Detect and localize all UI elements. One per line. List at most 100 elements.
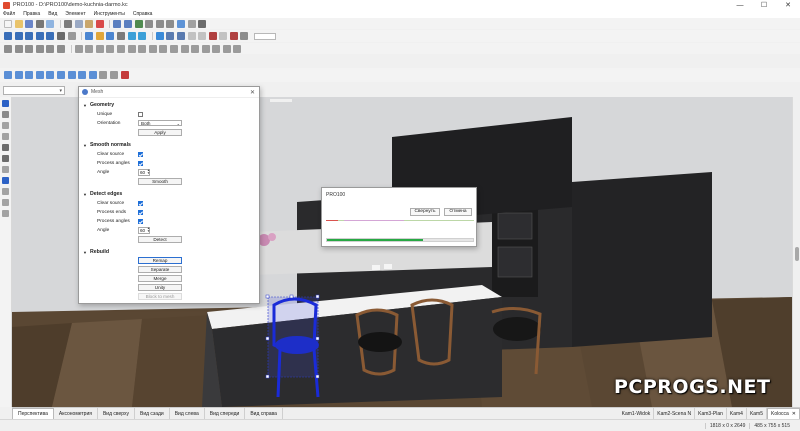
- open-folder-icon[interactable]: [14, 19, 23, 28]
- rotate-90-icon[interactable]: [169, 44, 178, 53]
- tab-top-view[interactable]: Вид сверху: [98, 408, 135, 419]
- stepper-arrows-icon[interactable]: ▲ ▼: [147, 226, 150, 234]
- new-file-icon[interactable]: [4, 19, 12, 28]
- rebuild-section-header[interactable]: ▼ Rebuild: [83, 249, 109, 255]
- align-middle-icon[interactable]: [46, 44, 55, 53]
- tab-camera-4[interactable]: Kam4: [727, 408, 747, 419]
- view-cube-icon[interactable]: [4, 32, 12, 40]
- camera-icon[interactable]: [109, 71, 118, 79]
- rotate-icon[interactable]: [166, 32, 175, 40]
- material-icon[interactable]: [95, 32, 104, 40]
- target-icon[interactable]: [229, 32, 238, 40]
- block-to-mesh-button[interactable]: Block to mesh: [138, 293, 182, 300]
- mesh-dialog-titlebar[interactable]: Mesh ✕: [79, 87, 259, 98]
- menu-file[interactable]: Файл: [3, 11, 15, 17]
- unity-button[interactable]: Unity: [138, 284, 182, 291]
- scale-icon[interactable]: [176, 32, 185, 40]
- zoom-all-icon[interactable]: [176, 19, 185, 28]
- view-right-icon[interactable]: [46, 32, 55, 40]
- mirror-icon[interactable]: [198, 32, 207, 40]
- same-depth-icon[interactable]: [116, 44, 125, 53]
- orbit-icon[interactable]: [2, 188, 9, 195]
- detach-icon[interactable]: [233, 44, 242, 53]
- edges-clear-source-checkbox[interactable]: [138, 201, 143, 206]
- chat-icon[interactable]: [88, 71, 97, 79]
- undo-icon[interactable]: [113, 19, 122, 28]
- group-icon[interactable]: [127, 44, 136, 53]
- measure-icon[interactable]: [240, 32, 249, 40]
- eyedropper-icon[interactable]: [2, 144, 9, 151]
- apply-button[interactable]: Apply: [138, 129, 182, 136]
- texture-icon[interactable]: [106, 32, 115, 40]
- menu-view[interactable]: Вид: [48, 11, 57, 17]
- bend-icon[interactable]: [67, 71, 76, 79]
- tab-camera-1[interactable]: Kam1-Widok: [619, 408, 655, 419]
- unique-checkbox[interactable]: [138, 112, 143, 117]
- zoom-window-icon[interactable]: [2, 210, 9, 217]
- select-all-icon[interactable]: [134, 19, 143, 28]
- rotate-tool-icon[interactable]: [2, 122, 9, 129]
- zoom-icon[interactable]: [145, 19, 154, 28]
- paint-icon[interactable]: [2, 155, 9, 162]
- move-arrows-icon[interactable]: [2, 111, 9, 118]
- tab-camera-3[interactable]: Kam3-Plan: [695, 408, 727, 419]
- paste-icon[interactable]: [85, 19, 94, 28]
- edges-angle-stepper[interactable]: 60 ▲ ▼: [138, 226, 150, 234]
- columns-icon[interactable]: [85, 32, 94, 40]
- align-right-icon[interactable]: [25, 44, 34, 53]
- tab-camera-5[interactable]: Kam5: [747, 408, 767, 419]
- pointer-grid-icon[interactable]: [4, 71, 12, 79]
- distribute-h-icon[interactable]: [74, 44, 83, 53]
- hand-icon[interactable]: [2, 166, 9, 173]
- remap-button[interactable]: Remap: [138, 257, 182, 264]
- orientation-select[interactable]: Both ⌄: [138, 120, 182, 126]
- pan-icon[interactable]: [2, 177, 9, 184]
- view-left-icon[interactable]: [35, 32, 44, 40]
- send-back-icon[interactable]: [212, 44, 221, 53]
- view-top-icon[interactable]: [14, 32, 23, 40]
- menu-help[interactable]: Справка: [133, 11, 153, 17]
- save-icon[interactable]: [25, 19, 34, 28]
- smooth-normals-section-header[interactable]: ▼ Smooth normals: [83, 142, 131, 148]
- bring-front-icon[interactable]: [201, 44, 210, 53]
- lock-icon[interactable]: [148, 44, 157, 53]
- wireframe-icon[interactable]: [56, 32, 65, 40]
- copy-icon[interactable]: [74, 19, 83, 28]
- select-pointer-icon[interactable]: [2, 100, 9, 107]
- menu-tools[interactable]: Инструменты: [94, 11, 125, 17]
- walk-icon[interactable]: [2, 199, 9, 206]
- scrollbar-thumb[interactable]: [795, 247, 799, 261]
- tab-front-view[interactable]: Вид спереди: [205, 408, 246, 419]
- tab-perspective[interactable]: Перспектива: [12, 408, 54, 419]
- cut-shape-icon[interactable]: [78, 71, 87, 79]
- vertical-scrollbar[interactable]: [792, 97, 800, 407]
- light-icon[interactable]: [99, 71, 108, 79]
- same-width-icon[interactable]: [95, 44, 104, 53]
- stop-icon[interactable]: [120, 71, 129, 79]
- redo-icon[interactable]: [123, 19, 132, 28]
- stack-icon[interactable]: [191, 44, 200, 53]
- cancel-button[interactable]: Отмена: [444, 208, 472, 216]
- hide-icon[interactable]: [116, 32, 125, 40]
- distribute-v-icon[interactable]: [85, 44, 94, 53]
- tab-left-view[interactable]: Вид слева: [170, 408, 205, 419]
- stepper-arrows-icon[interactable]: ▲ ▼: [147, 168, 150, 176]
- tab-camera-6[interactable]: Kolocca ✕: [767, 408, 800, 419]
- perspective-icon[interactable]: [67, 32, 76, 40]
- minimize-button[interactable]: —: [728, 0, 752, 10]
- smooth-angle-stepper[interactable]: 60 ▲ ▼: [138, 168, 150, 176]
- align-bottom-icon[interactable]: [56, 44, 65, 53]
- edges-process-ends-checkbox[interactable]: [138, 210, 143, 215]
- zoom-out-icon[interactable]: [166, 19, 175, 28]
- smooth-button[interactable]: Smooth: [138, 178, 182, 185]
- separate-button[interactable]: Separate: [138, 266, 182, 273]
- menu-element[interactable]: Элемент: [65, 11, 85, 17]
- align-left-icon[interactable]: [4, 44, 12, 53]
- print-icon[interactable]: [35, 19, 44, 28]
- snap-icon[interactable]: [219, 32, 228, 40]
- move-icon[interactable]: [155, 32, 164, 40]
- close-icon[interactable]: ✕: [250, 89, 255, 96]
- render-icon[interactable]: [187, 19, 196, 28]
- smooth-process-angles-checkbox[interactable]: [138, 161, 143, 166]
- refresh-icon[interactable]: [56, 71, 65, 79]
